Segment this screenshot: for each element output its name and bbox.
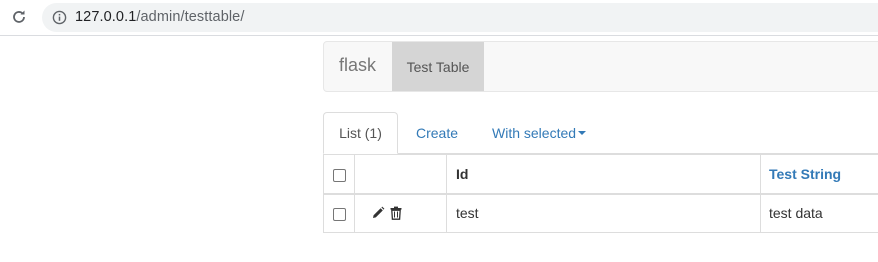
tab-list[interactable]: List (1) (323, 112, 398, 154)
reload-icon[interactable] (9, 7, 29, 27)
address-bar[interactable]: 127.0.0.1/admin/testtable/ (42, 3, 878, 32)
app-navbar: flask Test Table (323, 41, 878, 92)
with-selected-dropdown[interactable]: With selected (492, 112, 587, 153)
column-header-id: Id (446, 154, 761, 195)
sort-link-test-string[interactable]: Test String (769, 166, 841, 182)
pencil-icon[interactable] (371, 206, 385, 220)
row-actions-cell (354, 193, 447, 233)
select-all-checkbox[interactable] (332, 168, 346, 182)
url-path: /admin/testtable/ (136, 9, 245, 25)
navbar-brand[interactable]: flask (339, 55, 376, 76)
nav-item-test-table[interactable]: Test Table (392, 42, 484, 91)
tab-create[interactable]: Create (416, 112, 458, 153)
cell-test-string: test data (760, 193, 878, 233)
column-header-test-string[interactable]: Test String (760, 154, 878, 195)
select-all-cell (323, 154, 355, 195)
url-host: 127.0.0.1 (75, 9, 137, 25)
records-table: Id Test String test test data (323, 154, 878, 233)
actions-header (354, 154, 447, 195)
table-header-row: Id Test String (323, 154, 878, 195)
view-tabs: List (1) Create With selected (323, 112, 878, 154)
row-select-cell (323, 193, 355, 233)
table-row: test test data (323, 193, 878, 233)
cell-id: test (446, 193, 761, 233)
browser-toolbar: 127.0.0.1/admin/testtable/ (0, 0, 878, 36)
trash-icon[interactable] (389, 206, 403, 221)
row-checkbox[interactable] (332, 208, 346, 222)
url-text: 127.0.0.1/admin/testtable/ (75, 9, 244, 25)
with-selected-label: With selected (492, 124, 577, 141)
caret-down-icon (578, 130, 587, 135)
info-icon[interactable] (52, 10, 67, 25)
